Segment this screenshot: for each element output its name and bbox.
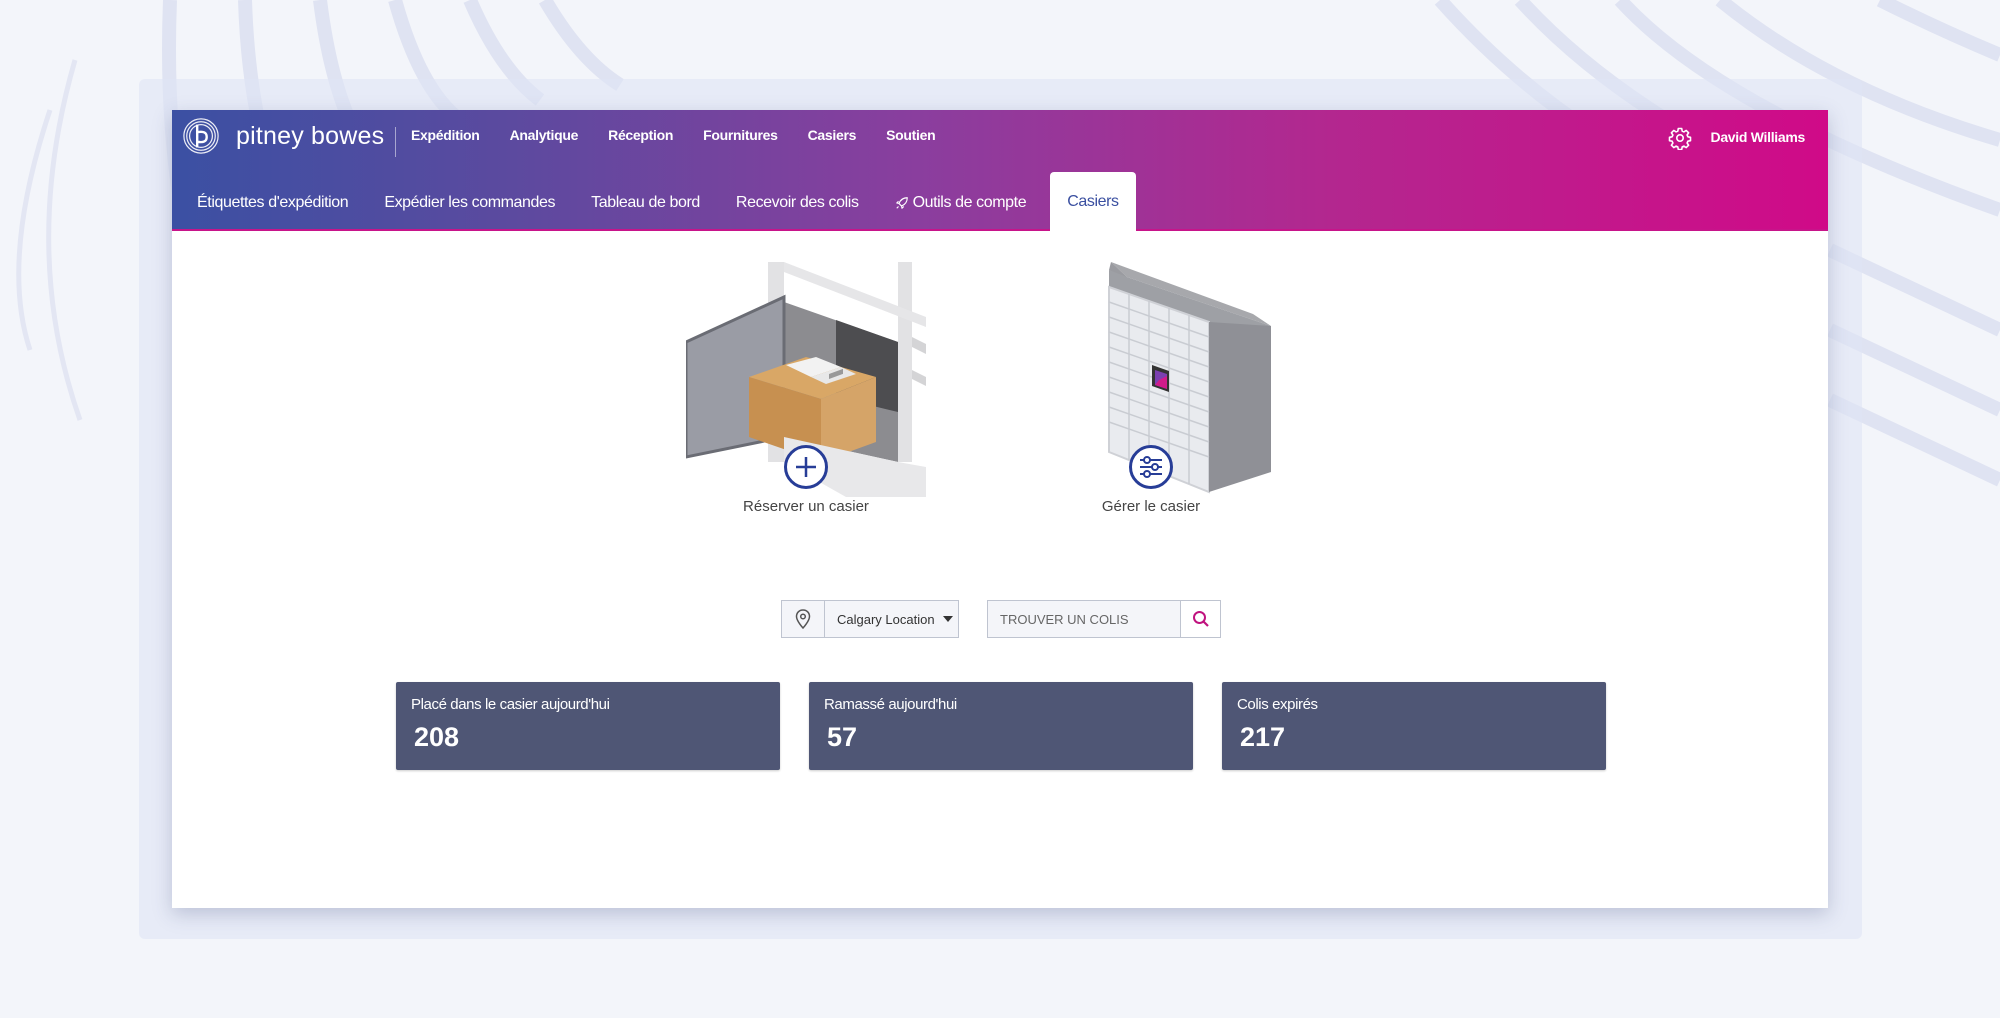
stat-value: 217 bbox=[1240, 722, 1286, 752]
tab-account-tools[interactable]: Outils de compte bbox=[871, 174, 1039, 231]
brand-name: pitney bowes bbox=[236, 121, 385, 150]
top-nav-analytique[interactable]: Analytique bbox=[510, 127, 579, 143]
user-name[interactable]: David Williams bbox=[1711, 129, 1806, 145]
caret-down-icon bbox=[942, 616, 953, 622]
sliders-icon bbox=[1140, 456, 1162, 478]
tab-dashboard[interactable]: Tableau de bord bbox=[567, 174, 712, 231]
tab-ship-orders[interactable]: Expédier les commandes bbox=[360, 174, 567, 231]
tab-label: Casiers bbox=[1067, 192, 1119, 210]
top-nav-soutien[interactable]: Soutien bbox=[886, 127, 936, 143]
tab-label: Outils de compte bbox=[912, 193, 1027, 211]
stat-value: 208 bbox=[414, 722, 460, 752]
tab-label: Recevoir des colis bbox=[735, 193, 859, 211]
brand-divider bbox=[395, 127, 396, 157]
tab-receive-packages[interactable]: Recevoir des colis bbox=[712, 174, 871, 231]
search-icon bbox=[1192, 611, 1209, 627]
reserve-locker-label: Réserver un casier bbox=[743, 498, 869, 515]
stat-value: 57 bbox=[827, 722, 858, 752]
stat-title: Ramassé aujourd'hui bbox=[824, 696, 957, 713]
pitney-bowes-logo-icon bbox=[183, 118, 219, 154]
plus-icon bbox=[796, 457, 816, 477]
location-value: Calgary Location bbox=[837, 611, 935, 627]
location-dropdown[interactable]: Calgary Location bbox=[825, 601, 958, 637]
plus-circle-icon[interactable] bbox=[784, 445, 828, 489]
top-nav-expedition[interactable]: Expédition bbox=[411, 127, 480, 143]
tab-shipping-labels[interactable]: Étiquettes d'expédition bbox=[172, 174, 360, 231]
sliders-circle-icon[interactable] bbox=[1129, 445, 1173, 489]
header: pitney bowes Expédition Analytique Récep… bbox=[172, 110, 1828, 231]
stat-title: Placé dans le casier aujourd'hui bbox=[411, 696, 610, 713]
map-pin-icon bbox=[795, 609, 811, 629]
location-selector: Calgary Location bbox=[781, 600, 959, 638]
sub-nav: Étiquettes d'expédition Expédier les com… bbox=[172, 172, 1136, 231]
top-nav-casiers[interactable]: Casiers bbox=[808, 127, 857, 143]
stat-card-picked-up-today: Ramassé aujourd'hui 57 bbox=[809, 682, 1193, 770]
package-search-input[interactable] bbox=[987, 600, 1181, 638]
manage-locker-tile[interactable]: Gérer le casier bbox=[1031, 262, 1271, 522]
app-window: pitney bowes Expédition Analytique Récep… bbox=[172, 110, 1828, 908]
manage-locker-label: Gérer le casier bbox=[1101, 498, 1201, 515]
top-nav: Expédition Analytique Réception Fournitu… bbox=[411, 127, 965, 143]
top-nav-reception[interactable]: Réception bbox=[608, 127, 673, 143]
location-icon-box bbox=[782, 601, 825, 637]
reserve-locker-tile[interactable]: Réserver un casier bbox=[686, 262, 926, 522]
tab-lockers[interactable]: Casiers bbox=[1050, 172, 1136, 231]
tab-label: Tableau de bord bbox=[591, 193, 700, 211]
tab-label: Étiquettes d'expédition bbox=[197, 193, 349, 211]
top-nav-fournitures[interactable]: Fournitures bbox=[703, 127, 778, 143]
stat-card-placed-today: Placé dans le casier aujourd'hui 208 bbox=[396, 682, 780, 770]
package-search bbox=[987, 600, 1221, 638]
stat-title: Colis expirés bbox=[1237, 696, 1318, 713]
brand[interactable]: pitney bowes bbox=[182, 116, 384, 156]
gear-icon[interactable] bbox=[1668, 126, 1692, 150]
search-button[interactable] bbox=[1181, 600, 1221, 638]
stat-card-expired-packages: Colis expirés 217 bbox=[1222, 682, 1606, 770]
rocket-icon bbox=[895, 196, 908, 209]
tab-label: Expédier les commandes bbox=[384, 193, 556, 211]
